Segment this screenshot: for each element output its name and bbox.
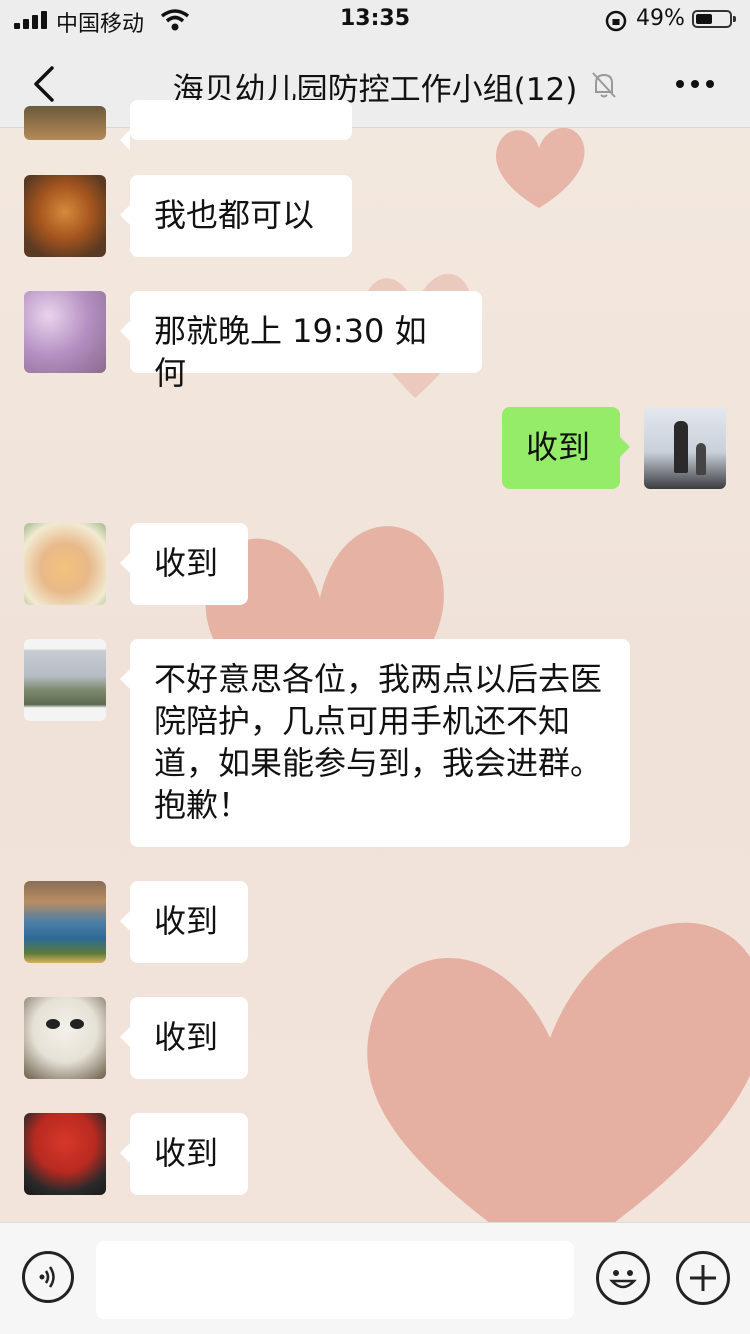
message-bubble[interactable]: 收到 [120,997,248,1079]
message-text: 不好意思各位，我两点以后去医院陪护，几点可用手机还不知道，如果能参与到，我会进群… [154,660,603,824]
message-text: 收到 [154,544,219,582]
message-text: 收到 [526,428,591,466]
battery-percent: 49% [636,6,685,31]
plus-icon[interactable] [676,1251,730,1305]
message-text: 收到 [154,1134,219,1172]
avatar[interactable] [24,881,106,963]
emoji-icon[interactable] [596,1251,650,1305]
message-text: 收到 [154,902,219,940]
message-bubble[interactable] [120,100,352,150]
more-dots-icon[interactable] [676,80,716,90]
message-bubble[interactable]: 收到 [120,881,248,963]
message-bubble[interactable]: 收到 [120,523,248,605]
message-bubble[interactable]: 那就晚上 19:30 如何 [120,291,482,392]
chevron-left-icon[interactable] [26,62,66,106]
avatar[interactable] [644,407,726,489]
heart-decoration [495,128,585,208]
avatar[interactable] [24,523,106,605]
avatar[interactable] [24,997,106,1079]
message-text: 我也都可以 [154,196,315,234]
avatar[interactable] [24,106,106,140]
status-bar: 中国移动 13:35 49% [0,0,750,42]
message-bubble[interactable]: 我也都可以 [120,175,352,257]
avatar[interactable] [24,639,106,721]
avatar[interactable] [24,1113,106,1195]
voice-icon[interactable] [22,1251,74,1303]
avatar[interactable] [24,175,106,257]
battery-icon [692,10,736,28]
message-input[interactable] [96,1241,574,1319]
input-bar [0,1222,750,1334]
heart-decoration [367,922,750,1222]
message-bubble[interactable]: 收到 [120,1113,248,1195]
rotation-lock-icon [605,10,627,32]
message-bubble[interactable]: 不好意思各位，我两点以后去医院陪护，几点可用手机还不知道，如果能参与到，我会进群… [120,639,630,847]
chat-header: 海贝幼儿园防控工作小组(12) [0,42,750,128]
message-bubble[interactable]: 收到 [502,407,630,489]
message-text: 收到 [154,1018,219,1056]
bell-slash-icon [592,72,616,98]
avatar[interactable] [24,291,106,373]
